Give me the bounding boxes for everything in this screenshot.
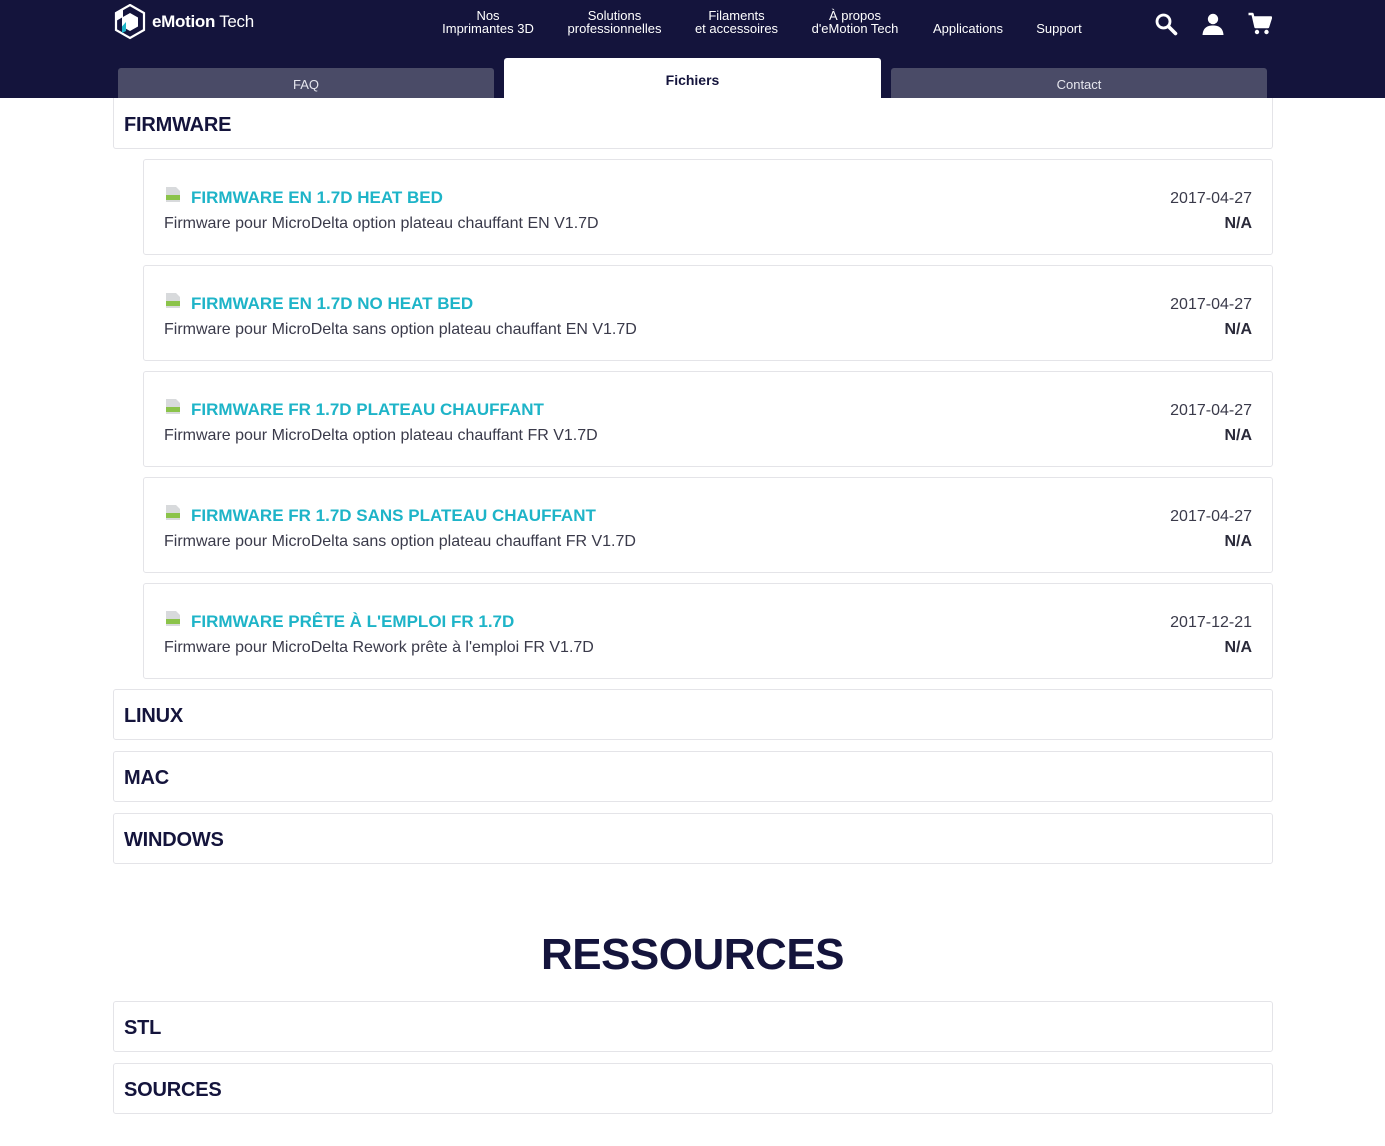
site-header: eMotion Tech Nos Imprimantes 3D Solutions…	[0, 0, 1385, 98]
tab-contact[interactable]: Contact	[891, 68, 1267, 98]
file-description: Firmware pour MicroDelta sans option pla…	[164, 533, 636, 550]
search-icon[interactable]	[1154, 12, 1178, 36]
file-date: 2017-04-27	[1170, 402, 1252, 419]
section-title: FIRMWARE	[124, 114, 232, 136]
section-title: WINDOWS	[124, 829, 224, 851]
account-icon[interactable]	[1201, 12, 1225, 36]
section-sources[interactable]: SOURCES	[113, 1063, 1273, 1114]
nav-a-propos[interactable]: À propos d'eMotion Tech	[808, 9, 902, 35]
file-title-link[interactable]: FIRMWARE FR 1.7D PLATEAU CHAUFFANT	[191, 400, 544, 420]
file-item: FIRMWARE FR 1.7D SANS PLATEAU CHAUFFANT …	[143, 477, 1273, 573]
file-item: FIRMWARE FR 1.7D PLATEAU CHAUFFANT Firmw…	[143, 371, 1273, 467]
file-icon	[166, 293, 180, 308]
nav-applications[interactable]: Applications	[930, 22, 1006, 35]
section-windows[interactable]: WINDOWS	[113, 813, 1273, 864]
file-date: 2017-04-27	[1170, 508, 1252, 525]
file-date: 2017-04-27	[1170, 296, 1252, 313]
file-icon	[166, 505, 180, 520]
tab-fichiers[interactable]: Fichiers	[504, 58, 881, 98]
file-size: N/A	[1224, 639, 1252, 656]
section-mac[interactable]: MAC	[113, 751, 1273, 802]
cart-icon[interactable]	[1248, 12, 1272, 36]
file-icon	[166, 399, 180, 414]
nav-imprimantes[interactable]: Nos Imprimantes 3D	[440, 9, 536, 35]
file-description: Firmware pour MicroDelta option plateau …	[164, 427, 598, 444]
section-title: SOURCES	[124, 1079, 222, 1101]
file-date: 2017-04-27	[1170, 190, 1252, 207]
file-size: N/A	[1224, 533, 1252, 550]
file-date: 2017-12-21	[1170, 614, 1252, 631]
section-title: STL	[124, 1017, 162, 1039]
file-description: Firmware pour MicroDelta option plateau …	[164, 215, 599, 232]
tab-faq[interactable]: FAQ	[118, 68, 494, 98]
file-title-link[interactable]: FIRMWARE PRÊTE À L'EMPLOI FR 1.7D	[191, 612, 514, 632]
file-icon	[166, 187, 180, 202]
nav-filaments[interactable]: Filaments et accessoires	[692, 9, 781, 35]
file-icon	[166, 611, 180, 626]
file-item: FIRMWARE EN 1.7D NO HEAT BED Firmware po…	[143, 265, 1273, 361]
file-size: N/A	[1224, 321, 1252, 338]
file-item: FIRMWARE PRÊTE À L'EMPLOI FR 1.7D Firmwa…	[143, 583, 1273, 679]
section-stl[interactable]: STL	[113, 1001, 1273, 1052]
section-title: LINUX	[124, 705, 184, 727]
section-linux[interactable]: LINUX	[113, 689, 1273, 740]
nav-solutions[interactable]: Solutions professionnelles	[564, 9, 665, 35]
file-title-link[interactable]: FIRMWARE EN 1.7D NO HEAT BED	[191, 294, 473, 314]
file-title-link[interactable]: FIRMWARE FR 1.7D SANS PLATEAU CHAUFFANT	[191, 506, 596, 526]
nav-support[interactable]: Support	[1033, 22, 1085, 35]
resources-heading: RESSOURCES	[540, 930, 845, 979]
file-description: Firmware pour MicroDelta Rework prête à …	[164, 639, 594, 656]
file-size: N/A	[1224, 427, 1252, 444]
section-firmware[interactable]: FIRMWARE	[113, 98, 1273, 149]
file-title-link[interactable]: FIRMWARE EN 1.7D HEAT BED	[191, 188, 443, 208]
file-description: Firmware pour MicroDelta sans option pla…	[164, 321, 637, 338]
file-item: FIRMWARE EN 1.7D HEAT BED Firmware pour …	[143, 159, 1273, 255]
file-size: N/A	[1224, 215, 1252, 232]
section-title: MAC	[124, 767, 169, 789]
